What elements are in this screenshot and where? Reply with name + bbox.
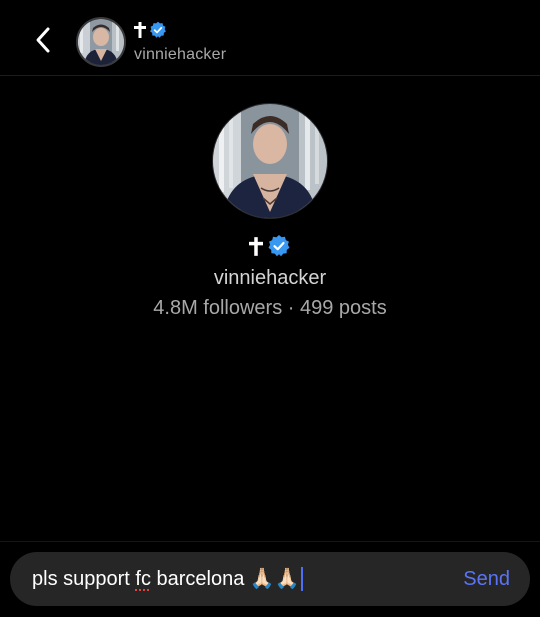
chevron-left-icon [36, 27, 50, 53]
profile-badges [0, 232, 540, 260]
verified-badge-icon [268, 235, 290, 257]
cross-icon [134, 22, 146, 38]
message-composer[interactable]: pls support fc barcelona 🙏🏻🙏🏻 Send [10, 552, 530, 606]
message-text-after: barcelona [150, 568, 250, 590]
profile-avatar[interactable] [212, 103, 328, 219]
text-cursor [300, 567, 303, 591]
profile-username[interactable]: vinniehacker [0, 267, 540, 290]
header-avatar[interactable] [76, 17, 126, 67]
back-button[interactable] [28, 22, 60, 58]
message-input[interactable]: pls support fc barcelona 🙏🏻🙏🏻 [32, 552, 303, 606]
send-button[interactable]: Send [463, 552, 510, 606]
message-text-before: pls support [32, 568, 136, 590]
chat-header: vinniehacker [0, 0, 540, 76]
avatar-photo [78, 19, 124, 65]
header-badges [134, 20, 167, 40]
misspelled-word: fc [135, 568, 151, 590]
avatar-photo [213, 104, 327, 218]
profile-stats: 4.8M followers · 499 posts [153, 297, 387, 319]
header-username[interactable]: vinniehacker [134, 46, 226, 64]
cross-icon [249, 236, 263, 256]
verified-badge-icon [150, 21, 166, 38]
composer-divider [0, 541, 540, 542]
emoji-text: 🙏🏻🙏🏻 [249, 568, 300, 590]
